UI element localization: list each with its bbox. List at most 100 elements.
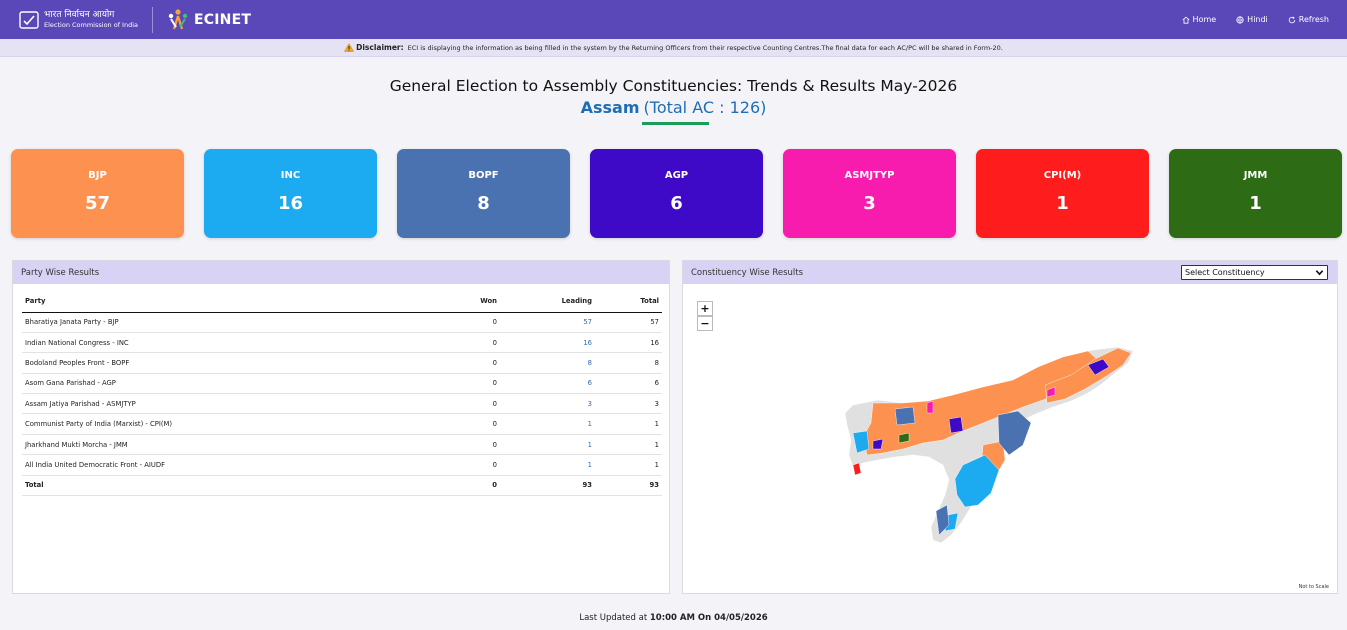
party-card-count: 1 [1249,193,1262,214]
state-name: Assam [580,98,640,117]
title-underline [642,122,709,125]
party-card-agp[interactable]: AGP 6 [590,149,763,238]
party-card-count: 16 [277,193,304,214]
won-cell: 0 [430,373,500,395]
top-navbar: भारत निर्वाचन आयोग Election Commission o… [0,0,1347,39]
party-card-count: 6 [670,193,683,214]
party-card-name: AGP [664,170,689,181]
table-row: Asom Gana Parishad - AGP 0 6 6 [22,373,662,395]
party-card-name: ASMJTYP [844,170,895,181]
leading-link[interactable]: 16 [500,332,595,354]
party-card-cpim[interactable]: CPI(M) 1 [976,149,1149,238]
party-name-cell: Communist Party of India (Marxist) - CPI… [22,413,430,435]
party-name-cell: All India United Democratic Front - AIUD… [22,454,430,476]
total-cell: 57 [595,312,662,333]
nav-refresh-label: Refresh [1298,15,1329,24]
total-cell: 16 [595,332,662,354]
table-row: Assam Jatiya Parishad - ASMJTYP 0 3 3 [22,393,662,415]
won-cell: 0 [430,352,500,374]
party-card-name: CPI(M) [1043,170,1082,181]
won-cell: 0 [430,434,500,456]
nav-home-label: Home [1192,15,1217,24]
party-card-count: 8 [477,193,490,214]
table-total-row: Total 0 93 93 [22,474,662,497]
leading-link[interactable]: 1 [500,434,595,456]
disclaimer-bar: Disclaimer: ECI is displaying the inform… [0,39,1347,57]
constituency-panel-title: Constituency Wise Results [691,267,804,278]
assam-constituency-map[interactable] [833,345,1143,550]
won-cell: 0 [430,312,500,333]
constituency-select[interactable]: Select Constituency [1181,265,1328,280]
header-nav: Home Hindi Refresh [1182,0,1329,39]
table-row: Bharatiya Janata Party - BJP 0 57 57 [22,312,662,333]
map-region [926,400,934,414]
constituency-panel-header: Constituency Wise Results Select Constit… [683,261,1337,284]
col-won: Won [430,290,500,313]
table-header-row: Party Won Leading Total [22,290,662,313]
home-icon [1182,16,1190,24]
party-card-count: 1 [1056,193,1069,214]
chevron-down-icon [1315,270,1324,276]
party-card-name: JMM [1243,170,1268,181]
table-row: Communist Party of India (Marxist) - CPI… [22,413,662,435]
globe-icon [1236,15,1244,24]
party-name-cell: Assam Jatiya Parishad - ASMJTYP [22,393,430,415]
total-cell: 6 [595,373,662,395]
party-card-name: BJP [88,170,107,181]
eci-logo[interactable]: भारत निर्वाचन आयोग Election Commission o… [18,0,138,39]
leading-link[interactable]: 57 [500,312,595,333]
party-card-asmjtyp[interactable]: ASMJTYP 3 [783,149,956,238]
constituency-wise-panel: Constituency Wise Results Select Constit… [682,260,1338,594]
total-total: 93 [595,474,662,497]
leading-link[interactable]: 6 [500,373,595,395]
col-total: Total [595,290,662,313]
party-name-cell: Asom Gana Parishad - AGP [22,373,430,395]
total-cell: 3 [595,393,662,415]
party-card-bjp[interactable]: BJP 57 [11,149,184,238]
party-name-cell: Bharatiya Janata Party - BJP [22,312,430,333]
won-cell: 0 [430,332,500,354]
total-cell: 1 [595,413,662,435]
zoom-out-button[interactable]: − [697,316,713,331]
party-card-count: 3 [863,193,876,214]
ecinet-logo[interactable]: ECINET [165,7,251,33]
disclaimer-text: ECI is displaying the information as bei… [407,43,1003,52]
constituency-select-value: Select Constituency [1185,268,1265,277]
nav-hindi[interactable]: Hindi [1236,15,1268,24]
col-party: Party [22,290,430,313]
party-card-count: 57 [84,193,111,214]
disclaimer-label: Disclaimer: [356,43,404,52]
scale-note: Not to Scale [1298,584,1329,590]
won-cell: 0 [430,413,500,435]
party-card-inc[interactable]: INC 16 [204,149,377,238]
map-region [872,438,884,450]
eci-emblem-icon [19,10,39,29]
last-updated: Last Updated at 10:00 AM On 04/05/2026 [0,613,1347,623]
map-region [894,406,916,426]
nav-refresh[interactable]: Refresh [1288,15,1329,24]
leading-link[interactable]: 1 [500,454,595,476]
table-row: Bodoland Peoples Front - BOPF 0 8 8 [22,352,662,374]
map-region [948,416,964,434]
party-name-cell: Jharkhand Mukti Morcha - JMM [22,434,430,456]
map-region [898,432,910,444]
zoom-in-button[interactable]: + [697,301,713,316]
table-row: Jharkhand Mukti Morcha - JMM 0 1 1 [22,434,662,456]
total-label: Total [22,474,430,497]
party-wise-panel-title: Party Wise Results [13,261,669,284]
party-card-bopf[interactable]: BOPF 8 [397,149,570,238]
map-region [852,462,862,476]
party-card-jmm[interactable]: JMM 1 [1169,149,1342,238]
refresh-icon [1288,15,1295,23]
eci-english-name: Election Commission of India [44,20,139,29]
table-row: Indian National Congress - INC 0 16 16 [22,332,662,354]
nav-home[interactable]: Home [1182,15,1217,24]
last-updated-time: 10:00 AM On 04/05/2026 [649,613,768,623]
ecinet-people-icon [168,8,188,29]
leading-link[interactable]: 1 [500,413,595,435]
col-leading: Leading [500,290,595,313]
header-divider [152,6,154,33]
leading-link[interactable]: 8 [500,352,595,374]
leading-link[interactable]: 3 [500,393,595,415]
party-name-cell: Bodoland Peoples Front - BOPF [22,352,430,374]
